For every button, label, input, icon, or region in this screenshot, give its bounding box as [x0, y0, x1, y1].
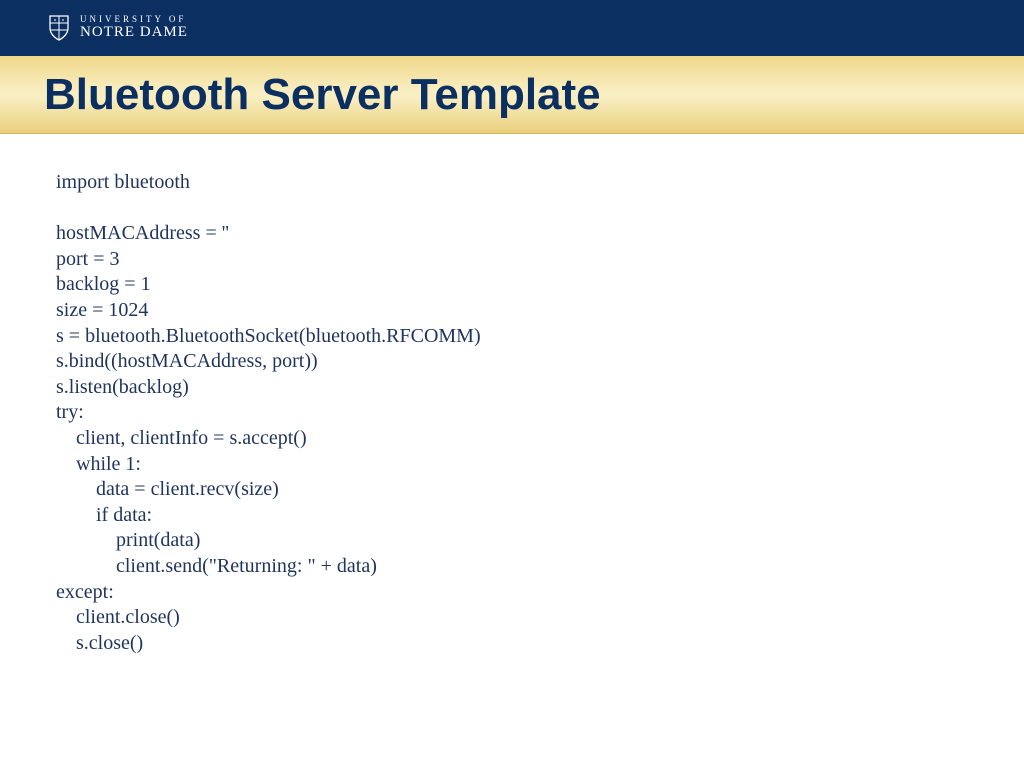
code-block: import bluetooth hostMACAddress = '' por…: [56, 170, 1024, 656]
code-line: client.close(): [56, 606, 180, 628]
code-line: s.listen(backlog): [56, 376, 189, 398]
shield-icon: [48, 14, 70, 42]
university-logo: UNIVERSITY OF NOTRE DAME: [48, 14, 188, 42]
code-line: except:: [56, 581, 114, 603]
code-line: client.send("Returning: " + data): [56, 555, 377, 577]
code-line: if data:: [56, 504, 152, 526]
code-line: client, clientInfo = s.accept(): [56, 427, 307, 449]
code-line: s.bind((hostMACAddress, port)): [56, 350, 318, 372]
code-line: data = client.recv(size): [56, 478, 279, 500]
code-line: s.close(): [56, 632, 143, 654]
code-line: print(data): [56, 529, 200, 551]
title-band: Bluetooth Server Template: [0, 56, 1024, 134]
content-area: import bluetooth hostMACAddress = '' por…: [0, 134, 1024, 656]
code-line: port = 3: [56, 248, 120, 270]
header-bar: UNIVERSITY OF NOTRE DAME: [0, 0, 1024, 56]
logo-text-bottom: NOTRE DAME: [80, 25, 188, 41]
code-line: size = 1024: [56, 299, 148, 321]
code-line: hostMACAddress = '': [56, 222, 229, 244]
code-line: s = bluetooth.BluetoothSocket(bluetooth.…: [56, 325, 481, 347]
logo-text: UNIVERSITY OF NOTRE DAME: [80, 15, 188, 40]
code-line: while 1:: [56, 453, 141, 475]
code-line: try:: [56, 401, 84, 423]
slide-title: Bluetooth Server Template: [44, 70, 601, 120]
code-line: import bluetooth: [56, 171, 190, 193]
code-line: backlog = 1: [56, 273, 151, 295]
